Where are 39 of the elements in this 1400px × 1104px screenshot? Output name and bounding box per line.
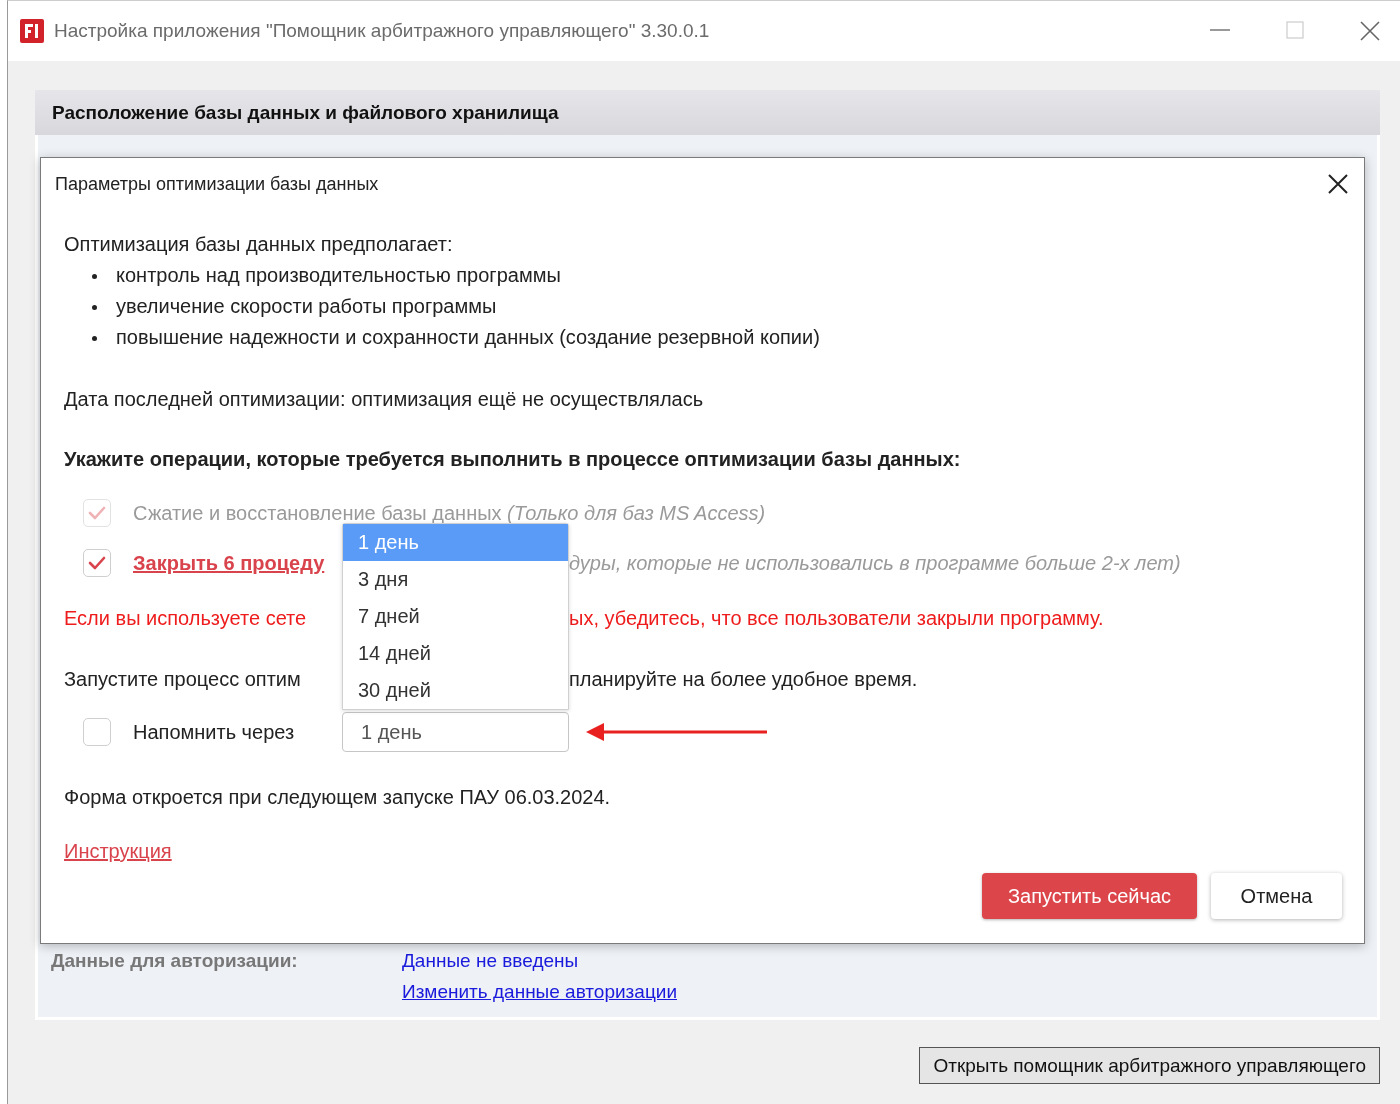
operation-label: Сжатие и восстановление базы данных (Только для баз MS Access): [133, 501, 766, 525]
bullet-icon: [92, 305, 97, 311]
bullet-text: повышение надежности и сохранности данных (создание резервной копии): [116, 325, 820, 350]
operations-heading: Укажите операции, которые требуется выполнить в процессе оптимизации базы данных:: [64, 447, 962, 472]
open-app-button[interactable]: Открыть помощник арбитражного управляющего: [919, 1047, 1380, 1084]
dialog-title: Параметры оптимизации базы данных: [55, 173, 379, 195]
dropdown-option[interactable]: 3 дня: [343, 561, 568, 598]
next-open-text: Форма откроется при следующем запуске ПАУ 06.03.2024.: [64, 785, 612, 810]
warning-text: ых, убедитесь, что все пользователи закрыли программу.: [569, 606, 1105, 631]
checkmark-icon: [88, 555, 106, 571]
dropdown-option[interactable]: 7 дней: [343, 598, 568, 635]
bullet-text: увеличение скорости работы программы: [116, 294, 497, 319]
section-header: Расположение базы данных и файлового хранилища: [35, 90, 1380, 135]
auth-label: Данные для авторизации:: [51, 949, 299, 972]
bullet-icon: [92, 274, 97, 280]
checkbox[interactable]: [83, 549, 111, 577]
operation-note: дуры, которые не использовались в программе больше 2-х лет): [569, 551, 1182, 575]
warning-text: Если вы используете сете: [64, 606, 308, 631]
remind-dropdown[interactable]: 1 день: [342, 712, 569, 752]
operation-link[interactable]: Закрыть 6 процеду: [133, 551, 325, 575]
dropdown-option[interactable]: 30 дней: [343, 672, 568, 709]
change-auth-link[interactable]: Изменить данные авторизации: [402, 980, 677, 1003]
run-now-button[interactable]: Запустить сейчас: [982, 873, 1197, 919]
auth-status: Данные не введены: [402, 949, 579, 972]
checkbox[interactable]: [83, 718, 111, 746]
app-icon: [20, 19, 44, 43]
close-icon[interactable]: [1328, 174, 1348, 194]
hint-text: планируйте на более удобное время.: [569, 667, 919, 692]
cancel-button[interactable]: Отмена: [1211, 873, 1342, 919]
hint-text: Запустите процесс оптим: [64, 667, 302, 692]
dropdown-option[interactable]: 14 дней: [343, 635, 568, 672]
last-optimization-text: Дата последней оптимизации: оптимизация ещё не осуществлялась: [64, 387, 705, 412]
bullet-icon: [92, 336, 97, 342]
checkmark-icon: [88, 505, 106, 521]
remind-label: Напомнить через: [133, 720, 295, 744]
bullet-text: контроль над производительностью программы: [116, 263, 561, 288]
intro-text: Оптимизация базы данных предполагает:: [64, 232, 454, 257]
window-title: Настройка приложения "Помощник арбитражного управляющего" 3.30.0.1: [54, 20, 711, 42]
instruction-link[interactable]: Инструкция: [64, 840, 172, 862]
